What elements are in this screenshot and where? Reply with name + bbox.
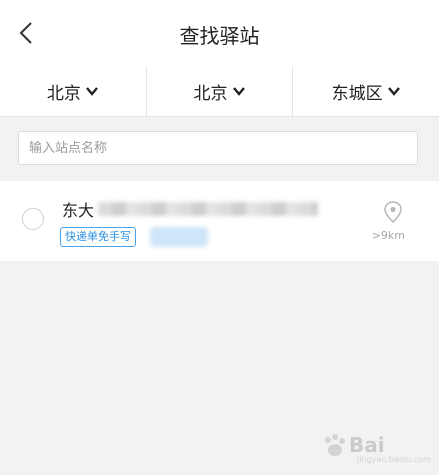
chevron-down-icon xyxy=(85,87,98,96)
province-label: 北京 xyxy=(46,83,81,104)
feature-tag: 快递单免手写 xyxy=(60,227,136,247)
search-area xyxy=(0,117,439,181)
district-label: 东城区 xyxy=(331,83,383,104)
station-name: 东大 xyxy=(62,197,319,221)
city-label: 北京 xyxy=(193,83,228,104)
redacted-name xyxy=(98,202,319,216)
district-filter[interactable]: 东城区 xyxy=(293,66,439,116)
watermark-subtext: jingyan.baidu.com xyxy=(357,455,431,464)
chevron-down-icon xyxy=(387,87,400,96)
watermark-logo: Bai jingyan.baidu.com xyxy=(319,431,431,467)
redacted-tag xyxy=(150,227,208,247)
header-bar: 查找驿站 xyxy=(0,0,439,67)
map-pin-icon[interactable] xyxy=(383,201,403,223)
station-name-text: 东大 xyxy=(62,201,95,220)
search-input[interactable] xyxy=(18,131,418,165)
province-filter[interactable]: 北京 xyxy=(0,66,147,116)
page-title: 查找驿站 xyxy=(179,24,260,48)
paw-icon xyxy=(325,434,345,456)
chevron-down-icon xyxy=(232,87,245,96)
select-radio[interactable] xyxy=(22,208,44,230)
list-item[interactable]: 东大 快递单免手写 >9km xyxy=(0,181,439,261)
city-filter[interactable]: 北京 xyxy=(147,66,294,116)
filter-bar: 北京 北京 东城区 xyxy=(0,66,439,117)
distance-label: >9km xyxy=(371,229,405,242)
watermark-text: Bai xyxy=(349,433,385,457)
